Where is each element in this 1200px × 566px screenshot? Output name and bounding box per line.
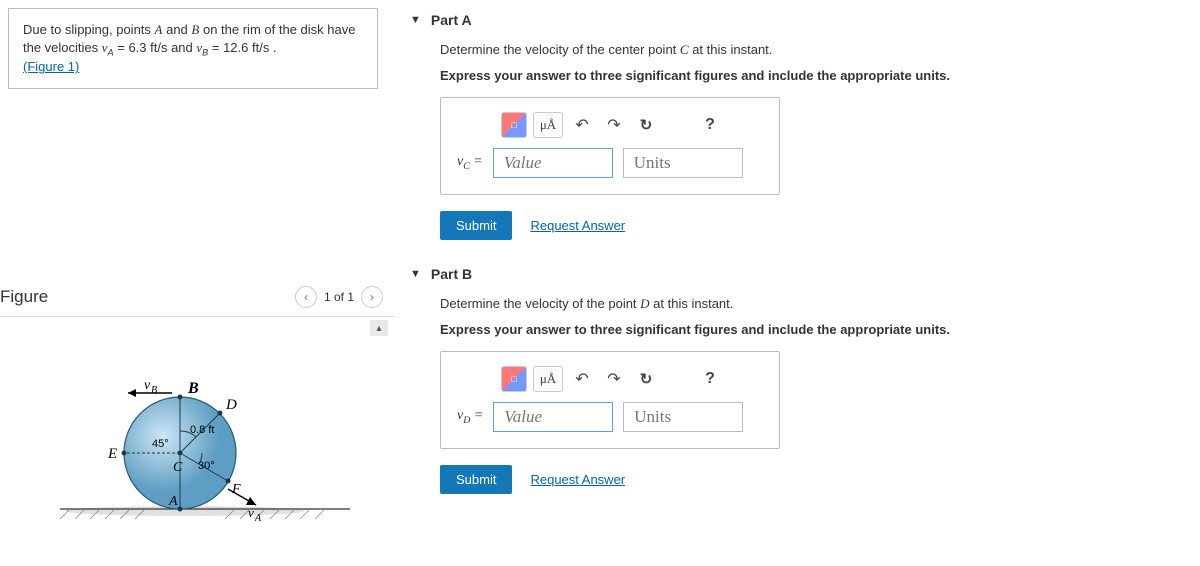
- scroll-up-icon[interactable]: ▴: [370, 320, 388, 336]
- label-C: C: [173, 460, 183, 475]
- problem-statement: Due to slipping, points A and B on the r…: [8, 8, 378, 89]
- label-radius: 0.8 ft: [190, 424, 214, 436]
- label-F: F: [231, 482, 241, 497]
- part-b-title: Part B: [431, 266, 472, 282]
- label-E: E: [107, 446, 117, 462]
- figure-link[interactable]: (Figure 1): [23, 59, 79, 74]
- fig-next-button[interactable]: ›: [361, 286, 383, 308]
- reset-icon[interactable]: ↻: [633, 366, 659, 392]
- templates-icon[interactable]: □: [501, 366, 527, 392]
- keyboard-icon[interactable]: [665, 366, 691, 392]
- collapse-icon[interactable]: ▼: [410, 14, 421, 26]
- part-a-answer-box: □ μÅ ↶ ↷ ↻ ? vC =: [440, 97, 780, 195]
- label-vB: v: [144, 378, 151, 393]
- part-a-section: ▼ Part A Determine the velocity of the c…: [410, 12, 1200, 240]
- keyboard-icon[interactable]: [665, 112, 691, 138]
- figure-header: Figure ‹ 1 of 1 ›: [0, 286, 395, 317]
- label-D: D: [225, 397, 237, 413]
- part-b-question: Determine the velocity of the point D at…: [440, 296, 1200, 312]
- fig-prev-button[interactable]: ‹: [295, 286, 317, 308]
- part-a-lhs: vC =: [457, 154, 483, 172]
- part-a-title: Part A: [431, 12, 472, 28]
- undo-icon[interactable]: ↶: [569, 112, 595, 138]
- part-a-submit-button[interactable]: Submit: [440, 211, 512, 240]
- part-b-section: ▼ Part B Determine the velocity of the p…: [410, 266, 1200, 494]
- part-b-units-input[interactable]: [623, 402, 743, 432]
- svg-text:A: A: [254, 513, 262, 524]
- svg-text:B: B: [151, 385, 157, 396]
- part-b-lhs: vD =: [457, 408, 483, 426]
- part-b-toolbar: □ μÅ ↶ ↷ ↻ ?: [501, 366, 763, 392]
- collapse-icon[interactable]: ▼: [410, 268, 421, 280]
- part-a-instructions: Express your answer to three significant…: [440, 68, 1200, 83]
- figure-title: Figure: [0, 287, 293, 307]
- templates-icon[interactable]: □: [501, 112, 527, 138]
- problem-text: Due to slipping, points: [23, 22, 155, 37]
- part-b-value-input[interactable]: [493, 402, 613, 432]
- part-a-request-answer-link[interactable]: Request Answer: [530, 218, 625, 233]
- part-a-question: Determine the velocity of the center poi…: [440, 42, 1200, 58]
- part-b-request-answer-link[interactable]: Request Answer: [530, 472, 625, 487]
- figure-counter: 1 of 1: [324, 290, 354, 304]
- units-symbols-icon[interactable]: μÅ: [533, 112, 563, 138]
- part-a-toolbar: □ μÅ ↶ ↷ ↻ ?: [501, 112, 763, 138]
- label-45: 45°: [152, 438, 169, 450]
- label-B: B: [187, 380, 199, 397]
- help-icon[interactable]: ?: [697, 112, 723, 138]
- redo-icon[interactable]: ↷: [601, 366, 627, 392]
- part-a-units-input[interactable]: [623, 148, 743, 178]
- reset-icon[interactable]: ↻: [633, 112, 659, 138]
- label-vA: v: [248, 505, 254, 520]
- label-30: 30°: [198, 460, 215, 472]
- units-symbols-icon[interactable]: μÅ: [533, 366, 563, 392]
- part-b-instructions: Express your answer to three significant…: [440, 322, 1200, 337]
- help-icon[interactable]: ?: [697, 366, 723, 392]
- figure-diagram: vB B D E C A F vA 0.8 ft 45° 30°: [60, 345, 350, 545]
- undo-icon[interactable]: ↶: [569, 366, 595, 392]
- part-b-answer-box: □ μÅ ↶ ↷ ↻ ? vD =: [440, 351, 780, 449]
- label-A: A: [168, 494, 178, 509]
- part-a-value-input[interactable]: [493, 148, 613, 178]
- part-b-submit-button[interactable]: Submit: [440, 465, 512, 494]
- redo-icon[interactable]: ↷: [601, 112, 627, 138]
